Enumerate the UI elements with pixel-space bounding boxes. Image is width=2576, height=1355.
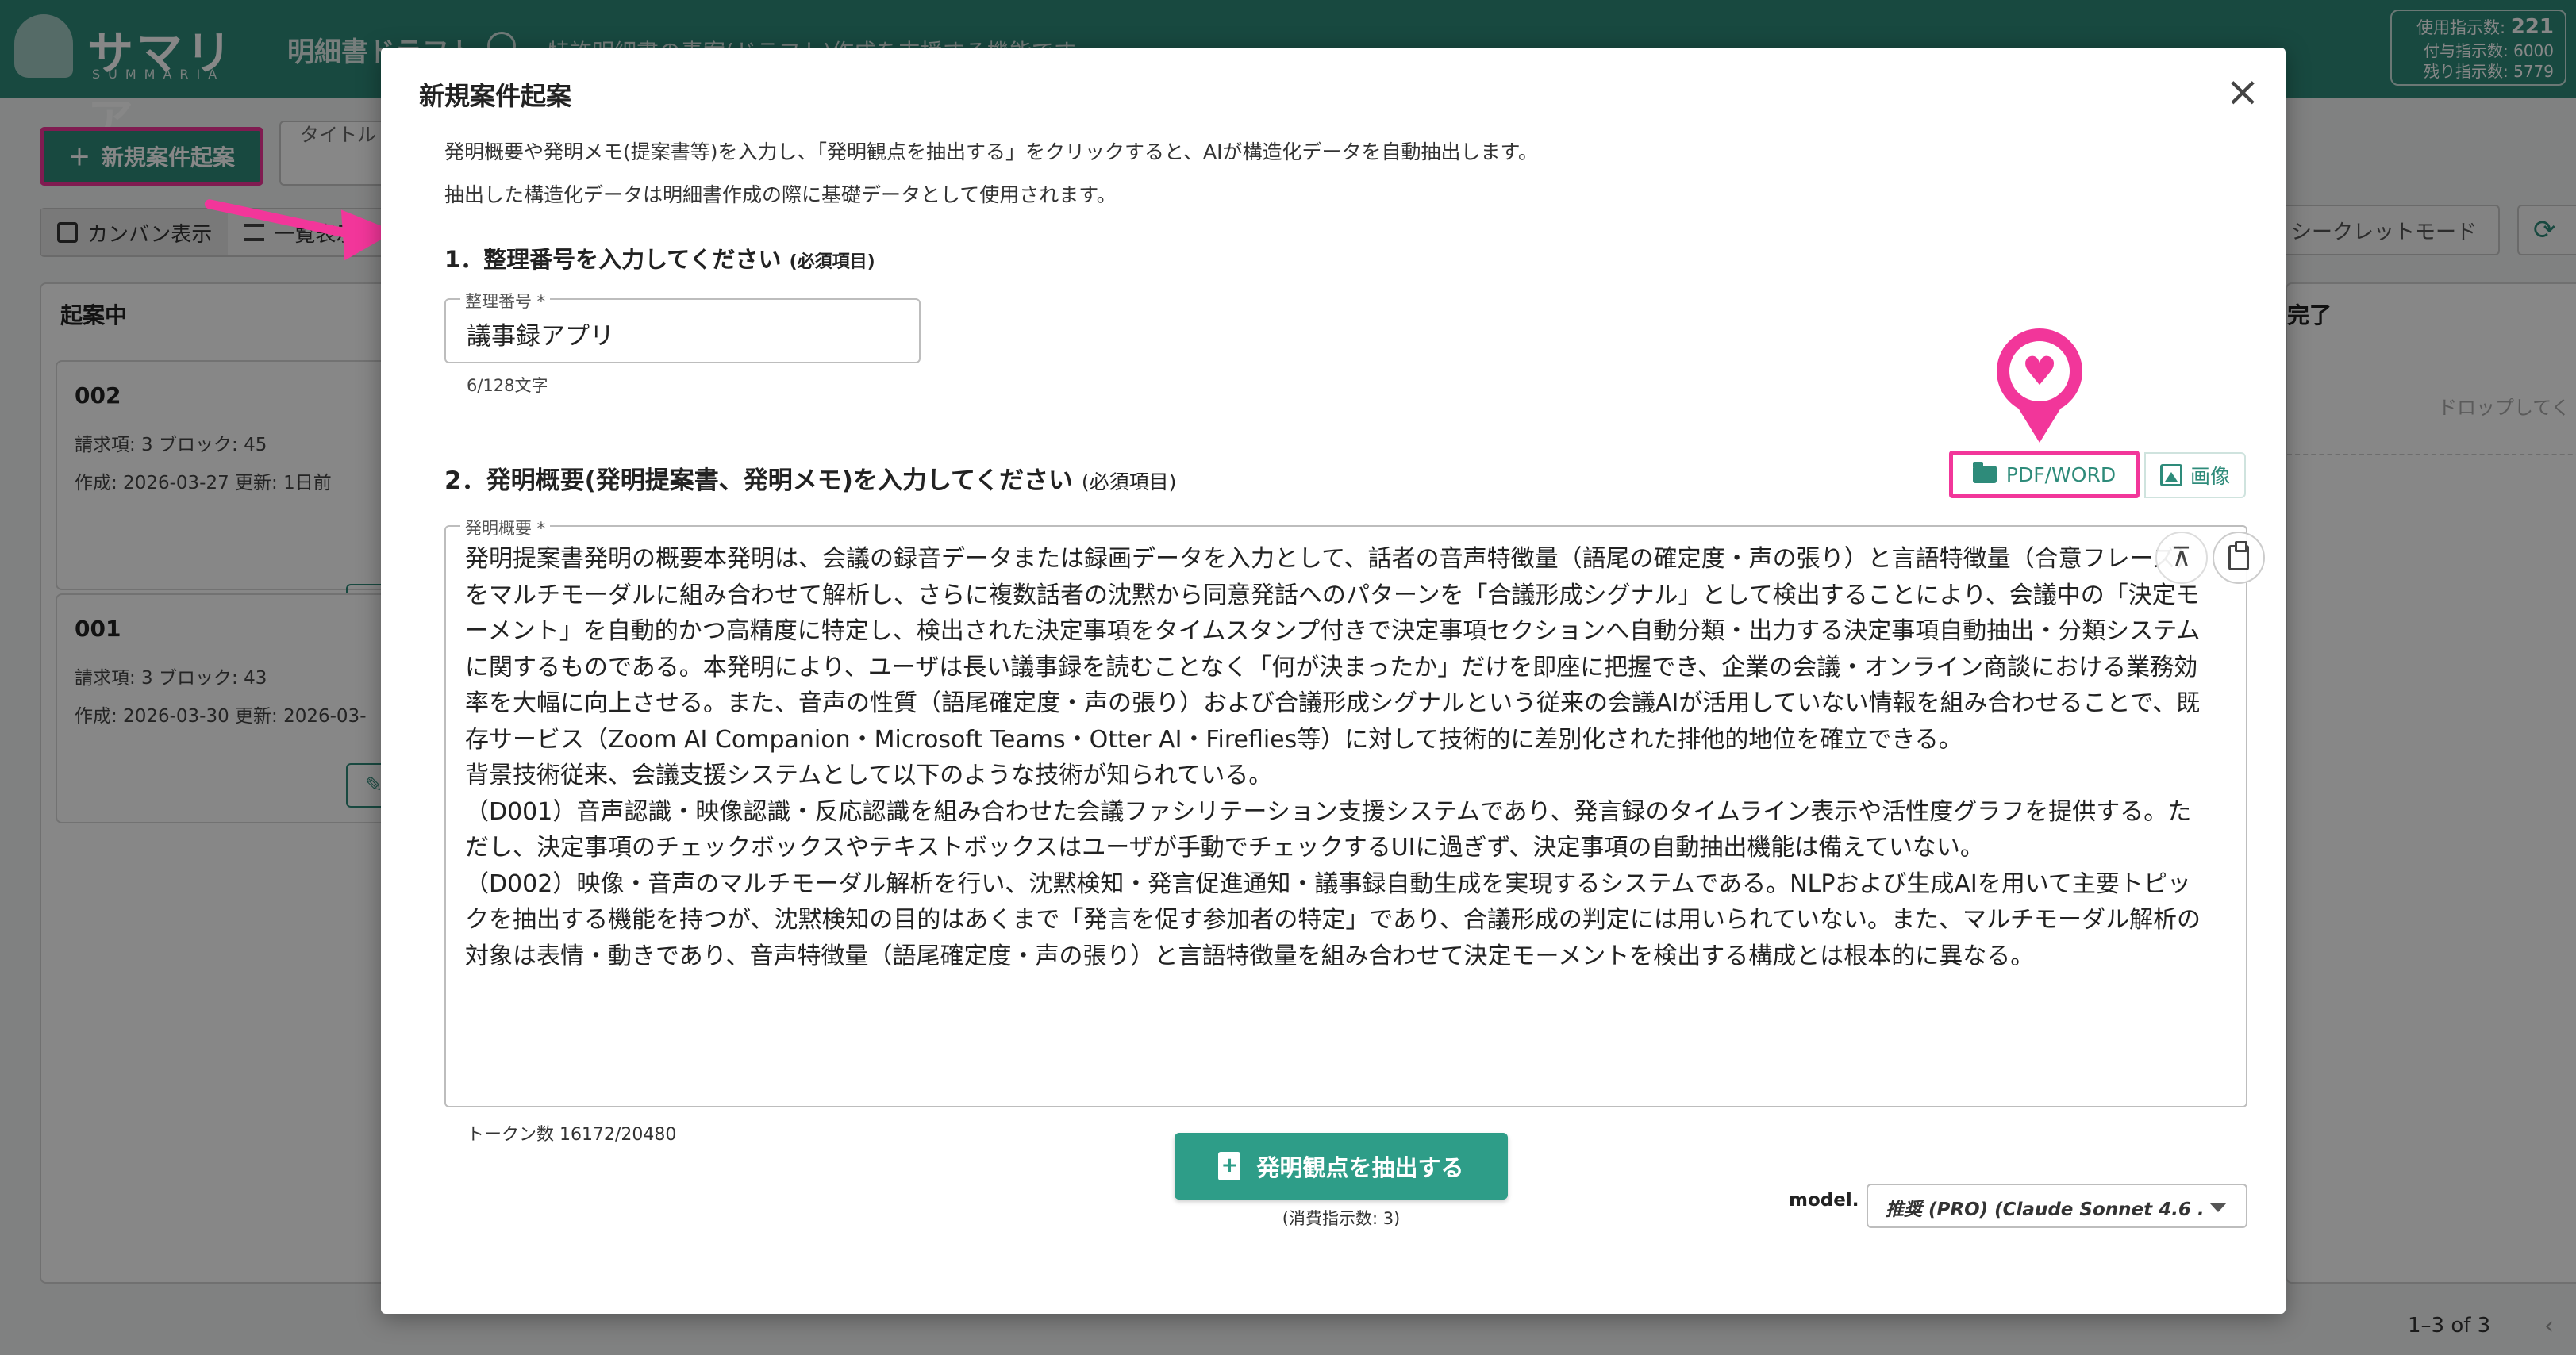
section1-title: 1．整理番号を入力してください: [444, 246, 782, 273]
section1-heading: 1．整理番号を入力してください (必須項目): [444, 241, 875, 274]
extract-invention-points-button[interactable]: 発明観点を抽出する: [1175, 1133, 1508, 1200]
invention-summary-textarea[interactable]: 発明概要 * 発明提案書発明の概要本発明は、会議の録音データまたは録画データを入…: [444, 516, 2265, 1107]
add-document-icon: [1218, 1152, 1241, 1180]
dialog-description: 発明概要や発明メモ(提案書等)を入力し、「発明観点を抽出する」をクリックすると、…: [444, 140, 1538, 163]
heart-icon: ♥: [2021, 348, 2058, 394]
reference-number-value[interactable]: 議事録アプリ: [467, 316, 614, 351]
chevron-down-icon: [2209, 1203, 2227, 1212]
pdf-word-label: PDF/WORD: [2005, 463, 2117, 486]
image-upload-button[interactable]: 画像: [2144, 452, 2246, 498]
new-case-dialog: 新規案件起案 × 発明概要や発明メモ(提案書等)を入力し、「発明観点を抽出する」…: [381, 48, 2286, 1314]
reference-number-field[interactable]: 整理番号 * 議事録アプリ: [444, 289, 921, 363]
model-select[interactable]: 推奨 (PRO) (Claude Sonnet 4.6 ...: [1867, 1184, 2247, 1228]
section2-heading: 2．発明概要(発明提案書、発明メモ)を入力してください (必須項目): [444, 460, 1176, 496]
clipboard-icon: [2228, 541, 2249, 570]
pdf-word-upload-button[interactable]: PDF/WORD: [1949, 451, 2140, 498]
dialog-title: 新規案件起案: [419, 81, 572, 111]
image-icon: [2159, 464, 2182, 486]
dialog-description-2: 抽出した構造化データは明細書作成の際に基礎データとして使用されます。: [444, 183, 1117, 206]
char-counter: 6/128文字: [467, 376, 548, 395]
section1-required-note: (必須項目): [789, 252, 875, 272]
image-label: 画像: [2190, 465, 2230, 488]
token-counter: トークン数 16172/20480: [467, 1125, 677, 1145]
clear-format-icon[interactable]: ⊼: [2155, 532, 2208, 584]
reference-number-label: 整理番号 *: [460, 289, 551, 313]
close-icon[interactable]: ×: [2220, 70, 2265, 114]
section2-title: 2．発明概要(発明提案書、発明メモ)を入力してください: [444, 466, 1074, 495]
invention-summary-text[interactable]: 発明提案書発明の概要本発明は、会議の録音データまたは録画データを入力として、話者…: [465, 541, 2203, 1096]
model-label: model.: [1789, 1190, 1859, 1211]
highlight-pin-marker: ♥: [1997, 328, 2082, 443]
paste-button[interactable]: [2213, 532, 2265, 584]
section2-required-note: (必須項目): [1081, 470, 1177, 493]
consumption-note: (消費指示数: 3): [1282, 1209, 1401, 1228]
model-selected-value: 推奨 (PRO) (Claude Sonnet 4.6 ...: [1886, 1200, 2203, 1220]
folder-upload-icon: [1972, 462, 1997, 483]
extract-button-label: 発明観点を抽出する: [1256, 1154, 1464, 1181]
invention-summary-label: 発明概要 *: [460, 516, 551, 539]
